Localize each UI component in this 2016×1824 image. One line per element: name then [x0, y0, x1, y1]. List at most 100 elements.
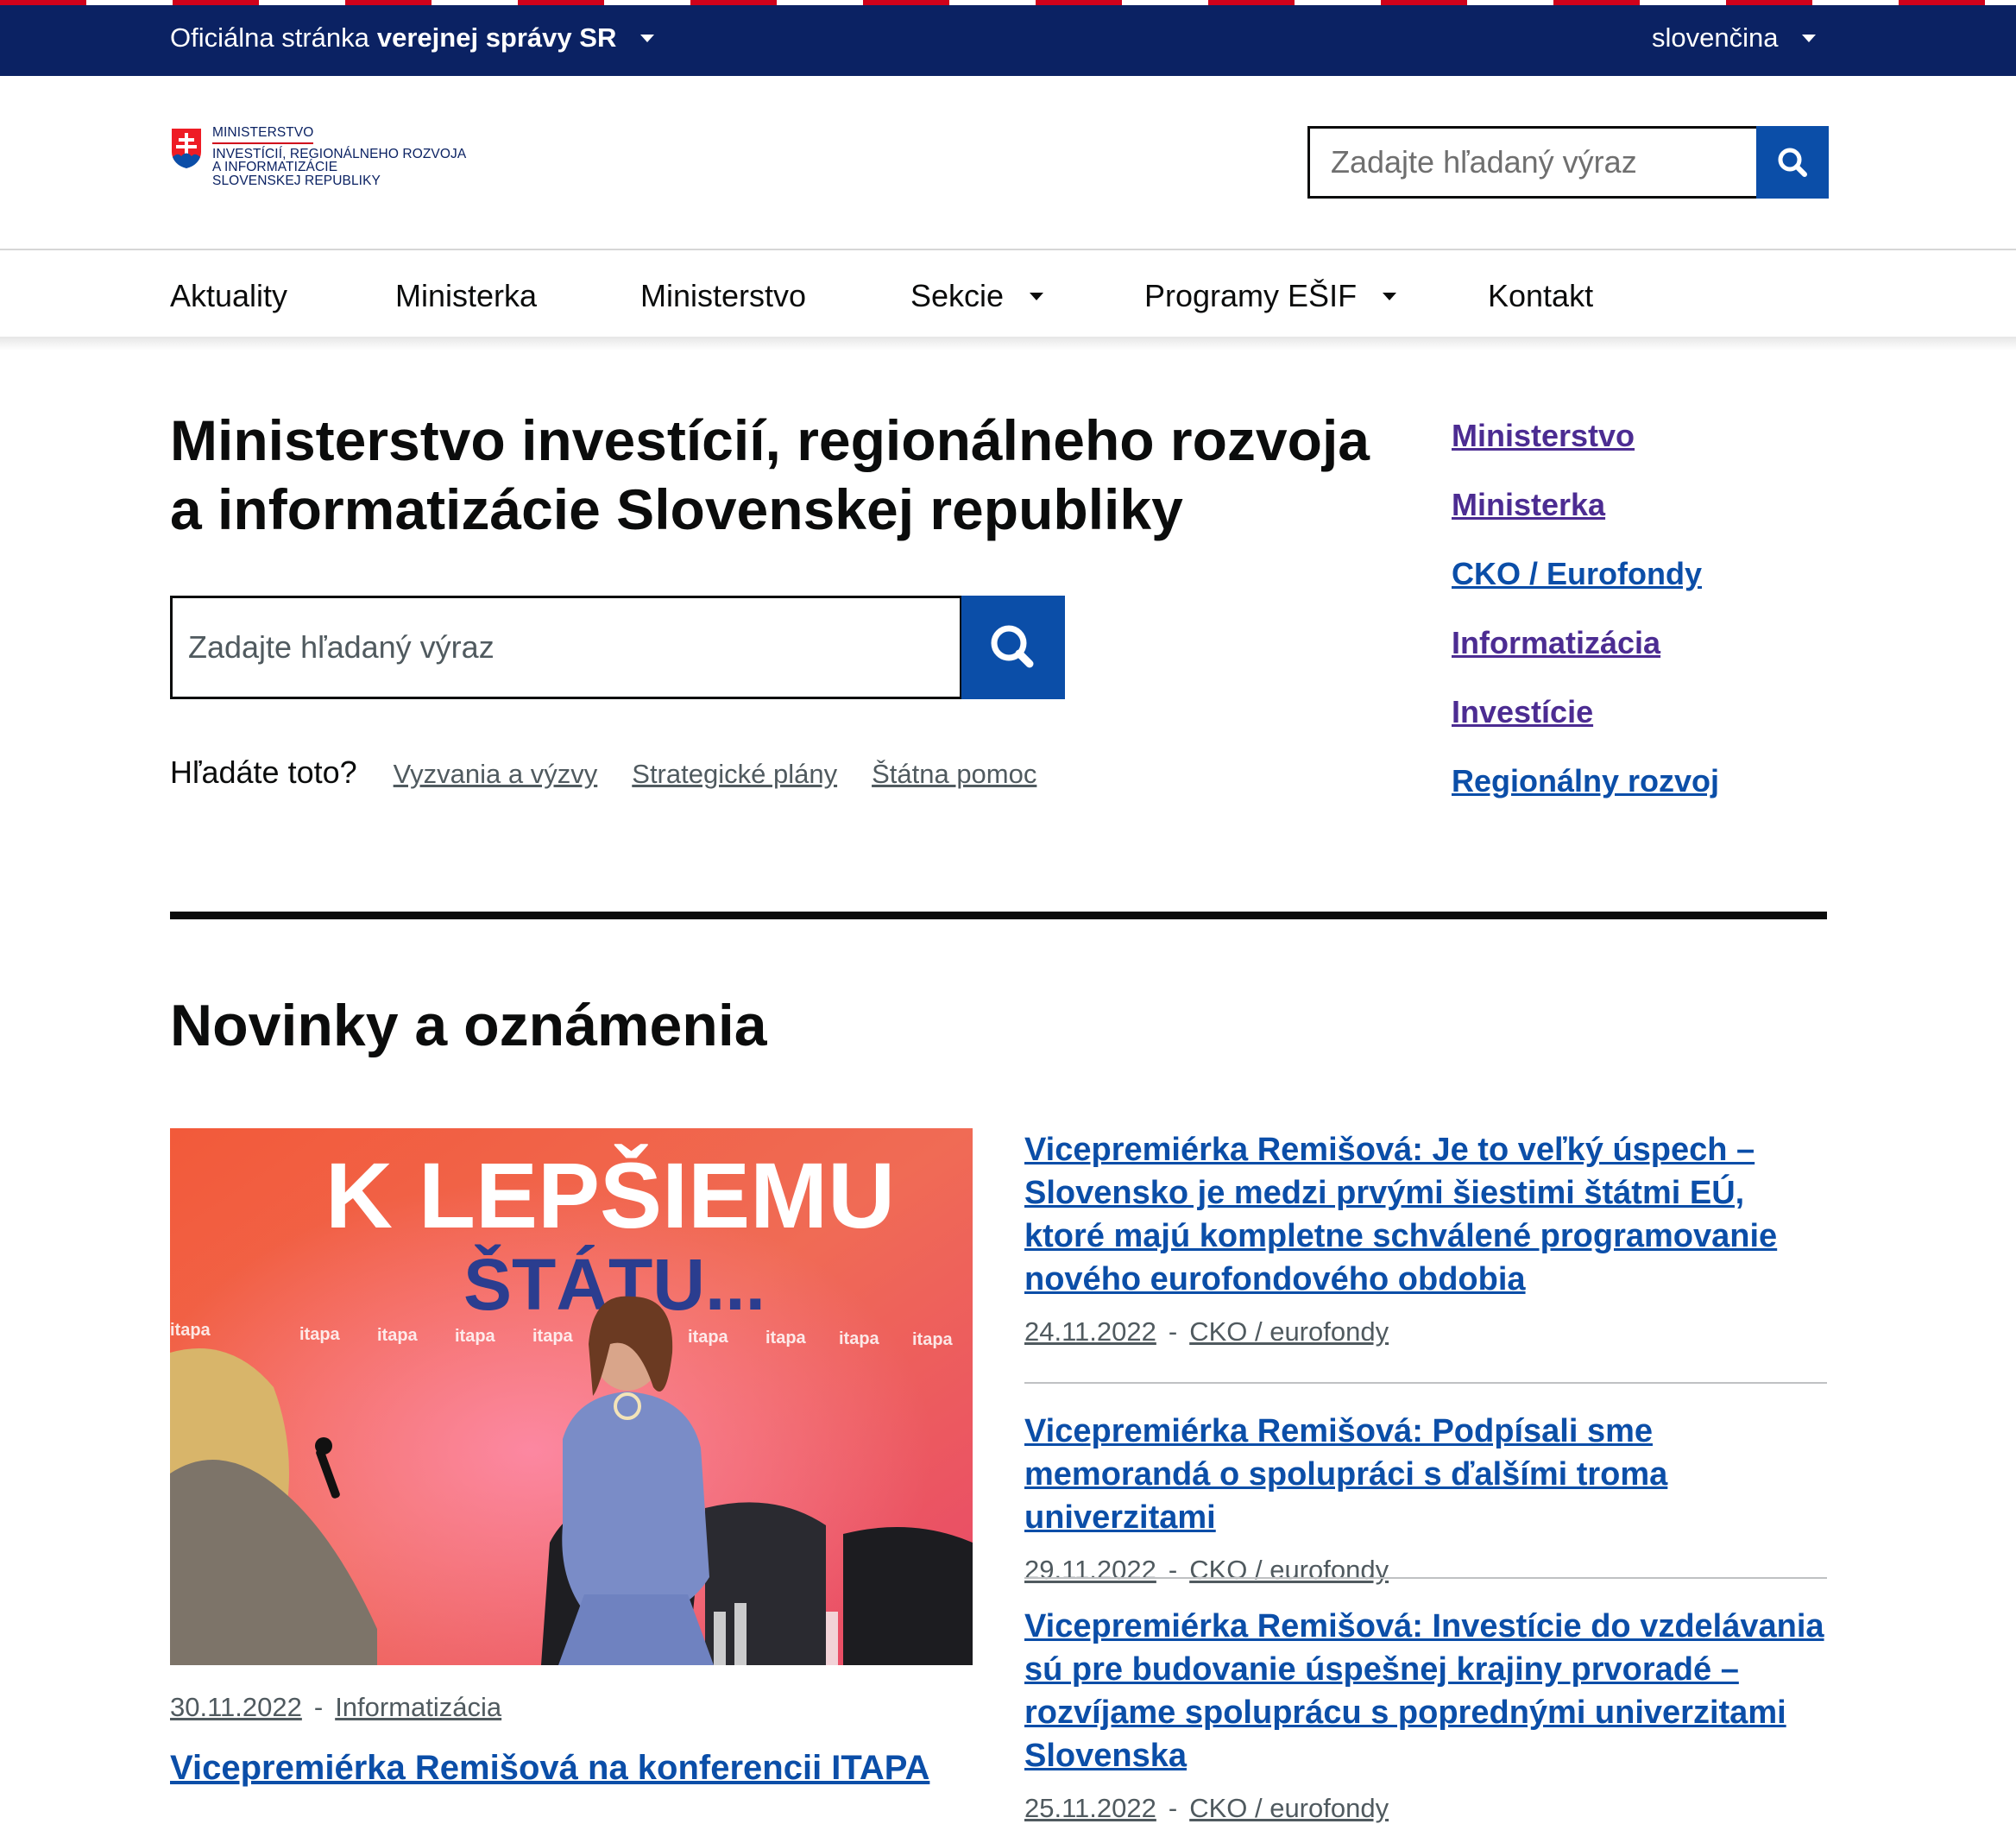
main-search [170, 596, 1065, 699]
quick-link-investicie[interactable]: Investície [1452, 691, 1719, 760]
article-category[interactable]: CKO / eurofondy [1189, 1555, 1389, 1585]
article-date[interactable]: 30.11.2022 [170, 1692, 302, 1722]
meta-separator: - [1168, 1555, 1178, 1585]
news-list-item: Vicepremiérka Remišová: Podpísali sme me… [1024, 1410, 1827, 1586]
main-search-button[interactable] [961, 596, 1065, 699]
news-item-meta: 25.11.2022- CKO / eurofondy [1024, 1793, 1827, 1824]
chevron-down-icon [1383, 292, 1397, 300]
flag-stripe [1122, 0, 1208, 5]
news-item-title[interactable]: Vicepremiérka Remišová: Je to veľký úspe… [1024, 1128, 1827, 1301]
nav-label: Ministerka [395, 278, 538, 313]
nav-label: Sekcie [910, 278, 1005, 313]
flag-stripe [863, 0, 949, 5]
flag-stripe [259, 0, 345, 5]
header-search [1307, 126, 1829, 199]
image-brand-text: itapa [455, 1327, 496, 1346]
flag-stripe [777, 0, 863, 5]
flag-stripe [1899, 0, 1985, 5]
quick-link-ministerka[interactable]: Ministerka [1452, 483, 1719, 552]
flag-stripe [949, 0, 1036, 5]
image-brand-text: itapa [688, 1328, 729, 1347]
news-heading: Novinky a oznámenia [170, 993, 767, 1058]
news-list-item: Vicepremiérka Remišová: Investície do vz… [1024, 1605, 1827, 1824]
flag-stripe [432, 0, 518, 5]
quick-link-regionalny-rozvoj[interactable]: Regionálny rozvoj [1452, 760, 1719, 829]
flag-stripe [0, 0, 86, 5]
news-item-meta: 24.11.2022- CKO / eurofondy [1024, 1316, 1827, 1347]
quick-link-informatizacia[interactable]: Informatizácia [1452, 622, 1719, 691]
article-date[interactable]: 29.11.2022 [1024, 1555, 1156, 1585]
meta-separator: - [313, 1692, 324, 1722]
flag-stripe [173, 0, 259, 5]
featured-article-image[interactable]: K LEPŠIEMU ŠTÁTU... itapa itapa itapa it… [170, 1128, 973, 1665]
nav-item-kontakt[interactable]: Kontakt [1488, 278, 1593, 314]
official-banner: Oficiálna stránka verejnej správy SR slo… [0, 0, 2016, 76]
image-brand-text: itapa [839, 1329, 880, 1348]
main-navigation: Aktuality Ministerka Ministerstvo Sekcie… [0, 249, 2016, 338]
article-category[interactable]: Informatizácia [335, 1692, 501, 1722]
search-suggestions: Hľadáte toto? Vyzvania a výzvy Strategic… [170, 754, 1071, 791]
ministry-logo[interactable]: MINISTERSTVO INVESTÍCIÍ, REGIONÁLNEHO RO… [169, 126, 466, 187]
image-brand-text: itapa [912, 1330, 954, 1349]
image-slogan-1: K LEPŠIEMU [325, 1143, 895, 1247]
news-list-item: Vicepremiérka Remišová: Je to veľký úspe… [1024, 1128, 1827, 1347]
image-brand-text: itapa [170, 1321, 211, 1340]
featured-article-meta: 30.11.2022- Informatizácia [170, 1692, 501, 1723]
flag-stripe [1726, 0, 1812, 5]
news-item-title[interactable]: Vicepremiérka Remišová: Podpísali sme me… [1024, 1410, 1827, 1539]
flag-stripe [1640, 0, 1726, 5]
article-date[interactable]: 25.11.2022 [1024, 1793, 1156, 1823]
nav-item-ministerstvo[interactable]: Ministerstvo [640, 278, 806, 314]
nav-label: Aktuality [170, 278, 288, 313]
search-icon [1778, 148, 1807, 177]
image-brand-text: itapa [765, 1329, 807, 1347]
nav-shadow [0, 337, 2016, 350]
flag-stripes [0, 0, 2016, 5]
language-selector[interactable]: slovenčina [1652, 22, 1817, 54]
article-category[interactable]: CKO / eurofondy [1189, 1316, 1389, 1347]
image-brand-text: itapa [299, 1325, 341, 1344]
meta-separator: - [1168, 1316, 1178, 1347]
quick-links: Ministerstvo Ministerka CKO / Eurofondy … [1452, 414, 1719, 829]
suggestion-link[interactable]: Vyzvania a výzvy [394, 759, 598, 790]
official-prefix: Oficiálna stránka [170, 22, 369, 53]
header-search-button[interactable] [1756, 126, 1829, 199]
nav-item-programy-esif[interactable]: Programy EŠIF [1144, 278, 1397, 314]
article-category[interactable]: CKO / eurofondy [1189, 1793, 1389, 1823]
news-separator [1024, 1382, 1827, 1384]
nav-label: Kontakt [1488, 278, 1594, 313]
chevron-down-icon [1802, 34, 1817, 42]
featured-article-title[interactable]: Vicepremiérka Remišová na konferencii IT… [170, 1749, 929, 1788]
nav-item-ministerka[interactable]: Ministerka [395, 278, 537, 314]
logo-line-1: MINISTERSTVO [212, 126, 314, 144]
flag-stripe [1812, 0, 1899, 5]
nav-item-sekcie[interactable]: Sekcie [910, 278, 1044, 314]
flag-stripe [1208, 0, 1295, 5]
flag-stripe [1381, 0, 1467, 5]
flag-stripe [1985, 0, 2016, 5]
suggestion-link[interactable]: Strategické plány [632, 759, 837, 790]
news-item-title[interactable]: Vicepremiérka Remišová: Investície do vz… [1024, 1605, 1827, 1777]
language-label: slovenčina [1652, 22, 1779, 53]
main-search-input[interactable] [170, 596, 962, 699]
article-date[interactable]: 24.11.2022 [1024, 1316, 1156, 1347]
quick-link-ministerstvo[interactable]: Ministerstvo [1452, 414, 1719, 483]
flag-stripe [1036, 0, 1122, 5]
quick-link-cko-eurofondy[interactable]: CKO / Eurofondy [1452, 552, 1719, 622]
news-separator [1024, 1577, 1827, 1579]
suggestions-label: Hľadáte toto? [170, 754, 357, 790]
news-item-meta: 29.11.2022- CKO / eurofondy [1024, 1555, 1827, 1586]
section-divider [170, 912, 1827, 919]
official-site-toggle[interactable]: Oficiálna stránka verejnej správy SR [170, 22, 655, 54]
header-search-input[interactable] [1310, 129, 1759, 196]
chevron-down-icon [1030, 292, 1044, 300]
nav-item-aktuality[interactable]: Aktuality [170, 278, 287, 314]
image-brand-text: itapa [532, 1327, 574, 1346]
logo-text: MINISTERSTVO INVESTÍCIÍ, REGIONÁLNEHO RO… [212, 126, 466, 187]
flag-stripe [690, 0, 777, 5]
meta-separator: - [1168, 1793, 1178, 1823]
suggestion-link[interactable]: Štátna pomoc [872, 759, 1036, 790]
flag-stripe [1553, 0, 1640, 5]
logo-line-4: SLOVENSKEJ REPUBLIKY [212, 173, 381, 188]
image-brand-text: itapa [377, 1326, 419, 1345]
